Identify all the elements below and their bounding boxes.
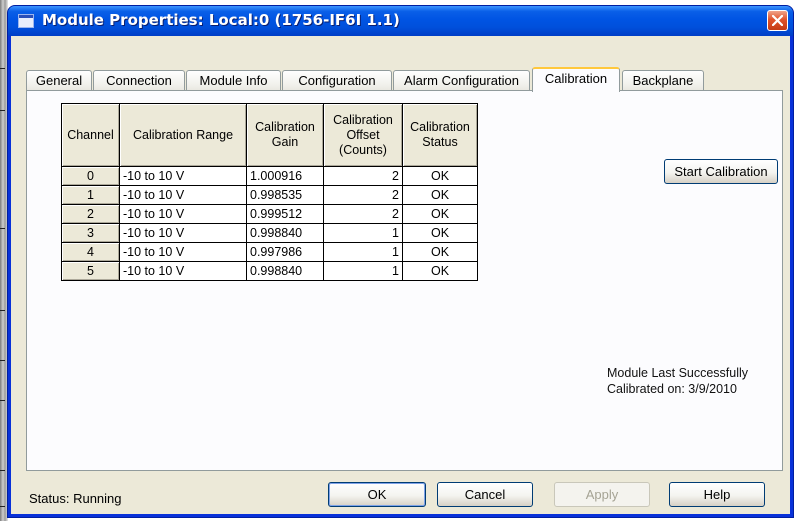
last-calibration-date: Calibrated on: 3/9/2010 bbox=[607, 382, 737, 396]
column-header-label: Channel bbox=[67, 127, 114, 142]
close-icon bbox=[772, 15, 783, 26]
ok-button[interactable]: OK bbox=[328, 482, 426, 507]
tab-backplane[interactable]: Backplane bbox=[622, 70, 704, 91]
column-header-label: Calibration Range bbox=[132, 127, 234, 142]
status-cell: OK bbox=[402, 223, 478, 243]
apply-button[interactable]: Apply bbox=[554, 482, 650, 507]
tab-calibration[interactable]: Calibration bbox=[532, 67, 620, 92]
channel-cell: 5 bbox=[61, 261, 120, 281]
gain-cell: 0.998535 bbox=[246, 185, 324, 205]
module-properties-dialog: Module Properties: Local:0 (1756-IF6I 1.… bbox=[8, 6, 793, 517]
offset-cell: 1 bbox=[323, 261, 403, 281]
column-header-range: Calibration Range bbox=[119, 103, 247, 167]
column-header-label: Gain bbox=[271, 135, 299, 149]
status-cell: OK bbox=[402, 242, 478, 262]
edge-mark bbox=[0, 360, 5, 361]
table-row[interactable]: 1 -10 to 10 V 0.998535 2 OK bbox=[61, 185, 478, 205]
table-row[interactable]: 4 -10 to 10 V 0.997986 1 OK bbox=[61, 242, 478, 262]
edge-mark bbox=[0, 310, 5, 311]
range-cell[interactable]: -10 to 10 V bbox=[119, 242, 247, 262]
title-bar[interactable]: Module Properties: Local:0 (1756-IF6I 1.… bbox=[8, 6, 793, 36]
gain-cell: 0.999512 bbox=[246, 204, 324, 224]
start-calibration-button[interactable]: Start Calibration bbox=[664, 159, 778, 184]
column-header-label: Calibration bbox=[333, 112, 393, 127]
channel-cell: 3 bbox=[61, 223, 120, 243]
column-header-label: Calibration bbox=[410, 120, 470, 134]
column-header-channel: Channel bbox=[61, 103, 120, 167]
calibration-page: Channel Calibration Range Calibration Ga… bbox=[26, 90, 783, 471]
close-button[interactable] bbox=[767, 10, 788, 31]
column-header-label: (Counts) bbox=[339, 142, 387, 157]
tab-connection[interactable]: Connection bbox=[93, 70, 185, 91]
range-cell[interactable]: -10 to 10 V bbox=[119, 261, 247, 281]
column-header-label: Calibration bbox=[255, 120, 315, 134]
table-row[interactable]: 3 -10 to 10 V 0.998840 1 OK bbox=[61, 223, 478, 243]
range-cell[interactable]: -10 to 10 V bbox=[119, 166, 247, 186]
dialog-body: General Connection Module Info Configura… bbox=[11, 36, 790, 514]
offset-cell: 2 bbox=[323, 166, 403, 186]
channel-cell: 4 bbox=[61, 242, 120, 262]
table-row[interactable]: 0 -10 to 10 V 1.000916 2 OK bbox=[61, 166, 478, 186]
tab-configuration[interactable]: Configuration bbox=[282, 70, 392, 91]
gain-cell: 0.997986 bbox=[246, 242, 324, 262]
edge-mark bbox=[0, 400, 5, 401]
range-cell[interactable]: -10 to 10 V bbox=[119, 185, 247, 205]
window-icon bbox=[18, 14, 34, 28]
table-row[interactable]: 2 -10 to 10 V 0.999512 2 OK bbox=[61, 204, 478, 224]
tab-alarm-configuration[interactable]: Alarm Configuration bbox=[393, 70, 530, 91]
tab-general[interactable]: General bbox=[26, 70, 92, 91]
gain-cell: 0.998840 bbox=[246, 261, 324, 281]
column-header-status: Calibration Status bbox=[402, 103, 478, 167]
offset-cell: 1 bbox=[323, 223, 403, 243]
offset-cell: 1 bbox=[323, 242, 403, 262]
status-cell: OK bbox=[402, 185, 478, 205]
gain-cell: 1.000916 bbox=[246, 166, 324, 186]
status-label: Status: Running bbox=[29, 491, 122, 506]
last-calibration-info: Module Last Successfully Calibrated on: … bbox=[607, 365, 797, 397]
gain-cell: 0.998840 bbox=[246, 223, 324, 243]
edge-mark bbox=[0, 68, 5, 69]
status-cell: OK bbox=[402, 204, 478, 224]
offset-cell: 2 bbox=[323, 204, 403, 224]
channel-cell: 0 bbox=[61, 166, 120, 186]
edge-mark bbox=[0, 110, 5, 111]
background-window-edge bbox=[0, 0, 8, 521]
range-cell[interactable]: -10 to 10 V bbox=[119, 204, 247, 224]
edge-mark bbox=[0, 506, 5, 507]
channel-cell: 1 bbox=[61, 185, 120, 205]
column-header-label: Status bbox=[422, 135, 458, 149]
range-cell[interactable]: -10 to 10 V bbox=[119, 223, 247, 243]
table-row[interactable]: 5 -10 to 10 V 0.998840 1 OK bbox=[61, 261, 478, 281]
tab-module-info[interactable]: Module Info bbox=[186, 70, 281, 91]
column-header-label: Offset bbox=[346, 127, 380, 142]
offset-cell: 2 bbox=[323, 185, 403, 205]
status-cell: OK bbox=[402, 166, 478, 186]
cancel-button[interactable]: Cancel bbox=[437, 482, 533, 507]
column-header-offset: Calibration Offset (Counts) bbox=[323, 103, 403, 167]
status-cell: OK bbox=[402, 261, 478, 281]
table-header-row: Channel Calibration Range Calibration Ga… bbox=[61, 103, 478, 167]
channel-cell: 2 bbox=[61, 204, 120, 224]
last-calibration-line: Module Last Successfully bbox=[607, 366, 749, 380]
edge-mark bbox=[0, 470, 5, 471]
edge-mark bbox=[0, 228, 5, 229]
column-header-gain: Calibration Gain bbox=[246, 103, 324, 167]
calibration-table: Channel Calibration Range Calibration Ga… bbox=[61, 103, 478, 281]
help-button[interactable]: Help bbox=[669, 482, 765, 507]
window-title: Module Properties: Local:0 (1756-IF6I 1.… bbox=[42, 11, 400, 29]
